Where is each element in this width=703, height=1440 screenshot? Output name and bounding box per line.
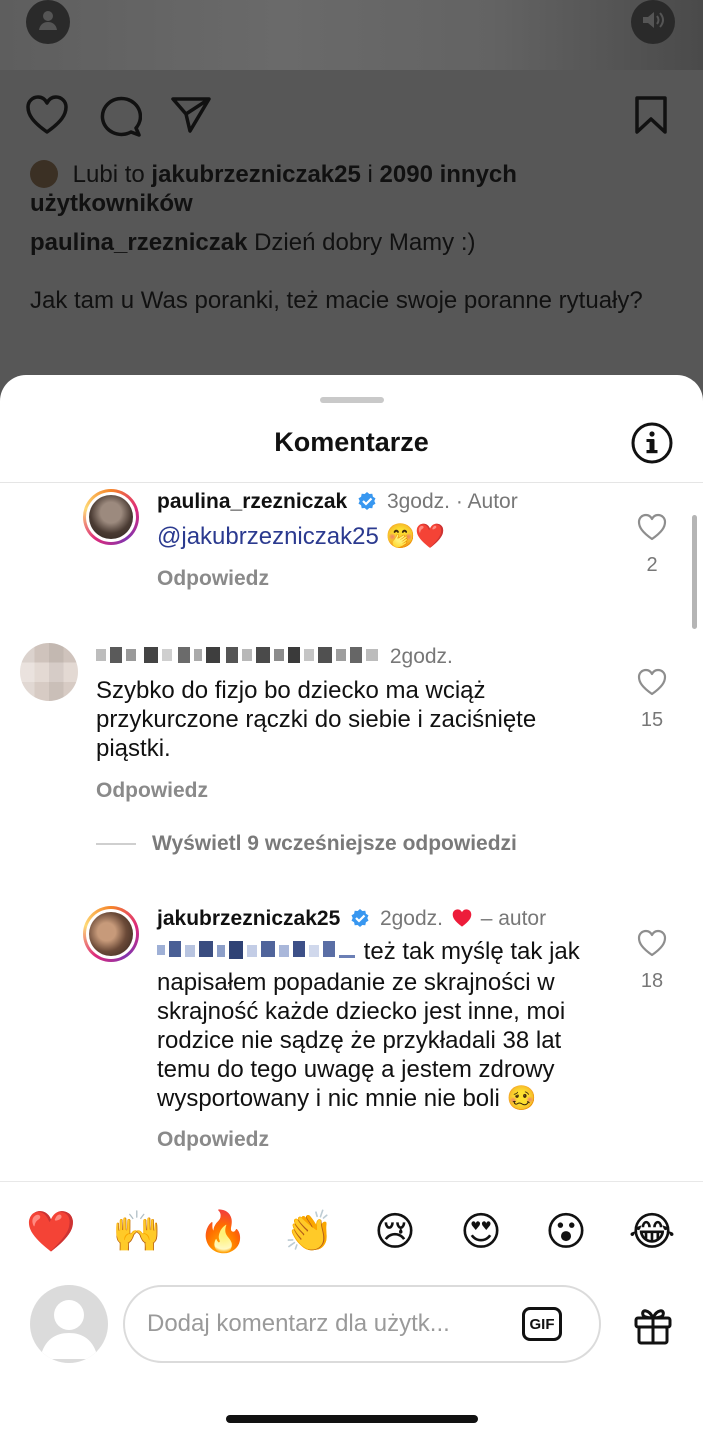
like-count: 15: [640, 709, 664, 731]
comment-time: 2godz.: [389, 645, 453, 668]
view-more-replies[interactable]: Wyświetl 9 wcześniejsze odpowiedzi: [96, 832, 517, 856]
comment-username[interactable]: paulina_rzezniczak: [157, 490, 347, 513]
emoji-crying[interactable]: 😢: [370, 1207, 420, 1257]
share-send-icon[interactable]: [170, 96, 212, 139]
reply-button[interactable]: Odpowiedz: [157, 567, 269, 591]
mention-link[interactable]: @jakubrzezniczak25: [157, 523, 379, 550]
like-count: 2: [646, 554, 658, 576]
view-more-label: Wyświetl 9 wcześniejsze odpowiedzi: [152, 832, 517, 855]
emoji-heart[interactable]: ❤️: [26, 1207, 76, 1257]
comment-like[interactable]: 15: [632, 668, 672, 732]
emoji-laughing[interactable]: 😂: [627, 1207, 677, 1257]
likes-join: i: [367, 161, 373, 188]
comment-emojis: 🤭❤️: [385, 523, 446, 550]
verified-badge-icon: [350, 908, 370, 934]
creator-liked-heart-icon: [451, 908, 473, 934]
liker-avatar: [30, 160, 58, 188]
heart-icon[interactable]: [637, 513, 667, 545]
caption-text-line2: Jak tam u Was poranki, też macie swoje p…: [30, 287, 643, 314]
comment-bubble-icon[interactable]: [98, 95, 143, 142]
avatar[interactable]: [83, 489, 139, 545]
comment-text: @jakubrzezniczak25 🤭❤️: [157, 522, 445, 551]
scrollbar[interactable]: [692, 515, 697, 629]
speaker-icon: [641, 9, 665, 36]
info-icon[interactable]: [630, 421, 674, 470]
sheet-grabber[interactable]: [320, 397, 384, 403]
home-indicator[interactable]: [226, 1415, 478, 1423]
mute-button[interactable]: [631, 0, 675, 44]
gif-button[interactable]: GIF: [522, 1307, 562, 1341]
emoji-clap[interactable]: 👏: [284, 1207, 334, 1257]
comment-meta: paulina_rzezniczak 3godz. · Autor: [157, 490, 518, 517]
caption-username[interactable]: paulina_rzezniczak: [30, 229, 247, 256]
comment-meta: 2godz.: [96, 645, 453, 671]
avatar[interactable]: [20, 643, 78, 701]
emoji-bar-divider: [0, 1181, 703, 1182]
divider-line: [96, 843, 136, 846]
avatar[interactable]: [83, 906, 139, 962]
meta-separator: ·: [455, 490, 463, 513]
emoji-quick-bar: ❤️ 🙌 🔥 👏 😢 😍 😮 😂: [0, 1207, 703, 1257]
comment-time: 2godz.: [379, 907, 444, 930]
author-tag: – autor: [480, 907, 547, 930]
current-user-avatar: [30, 1285, 108, 1363]
user-icon: [37, 9, 59, 36]
sheet-title: Komentarze: [274, 427, 429, 457]
comment-text: też tak myślę tak jak napisałem popadani…: [157, 937, 612, 1113]
likes-prefix: Lubi to: [72, 161, 145, 188]
gift-icon[interactable]: [632, 1305, 674, 1350]
comment-text: Szybko do fizjo bo dziecko ma wciąż przy…: [96, 677, 537, 762]
likes-username[interactable]: jakubrzezniczak25: [151, 161, 360, 188]
heart-icon[interactable]: [637, 668, 667, 700]
redacted-username[interactable]: [96, 645, 384, 671]
author-tag: Autor: [467, 490, 518, 513]
comment-username[interactable]: jakubrzezniczak25: [157, 907, 340, 930]
post-caption: paulina_rzezniczak Dzień dobry Mamy :) J…: [30, 228, 650, 315]
reply-button[interactable]: Odpowiedz: [157, 1128, 269, 1152]
comment-emoji: 🥴: [506, 1085, 537, 1112]
verified-badge-icon: [357, 491, 377, 517]
emoji-raised-hands[interactable]: 🙌: [112, 1207, 162, 1257]
heart-icon[interactable]: [637, 929, 667, 961]
reply-button[interactable]: Odpowiedz: [96, 779, 208, 803]
sheet-divider: [0, 482, 703, 483]
emoji-fire[interactable]: 🔥: [198, 1207, 248, 1257]
emoji-heart-eyes[interactable]: 😍: [456, 1207, 506, 1257]
likes-summary[interactable]: Lubi to jakubrzezniczak25 i 2090 innych …: [30, 160, 670, 218]
redacted-mention[interactable]: [157, 939, 357, 968]
like-heart-icon[interactable]: [25, 95, 69, 140]
bookmark-icon[interactable]: [634, 95, 668, 140]
post-media: [0, 0, 703, 70]
like-count: 18: [640, 970, 664, 992]
comment-meta: jakubrzezniczak25 2godz. – autor: [157, 907, 546, 934]
comment-like[interactable]: 2: [632, 513, 672, 577]
default-user-icon: [40, 1300, 98, 1359]
comments-sheet: Komentarze paulina_rzezniczak 3godz. · A…: [0, 375, 703, 1440]
profile-tag-button[interactable]: [26, 0, 70, 44]
caption-text-line1: Dzień dobry Mamy :): [254, 229, 476, 256]
comment-time: 3godz.: [386, 490, 450, 513]
comment-like[interactable]: 18: [632, 929, 672, 993]
emoji-surprised[interactable]: 😮: [541, 1207, 591, 1257]
